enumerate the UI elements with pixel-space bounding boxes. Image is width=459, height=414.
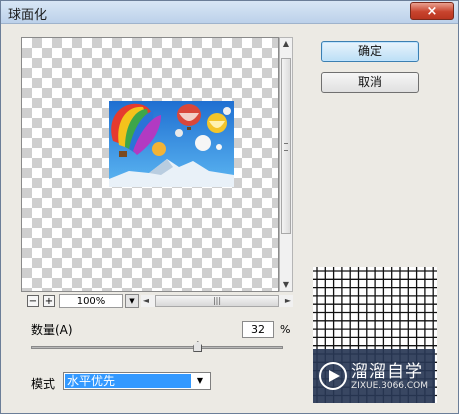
- close-button[interactable]: ×: [410, 2, 454, 20]
- title-bar: 球面化 ×: [1, 1, 458, 24]
- watermark-name: 溜溜自学: [351, 362, 423, 382]
- zoom-dropdown-button[interactable]: ▼: [125, 294, 139, 308]
- scroll-left-arrow-icon[interactable]: ◄: [141, 295, 151, 307]
- mode-label: 模式: [31, 377, 56, 391]
- amount-input[interactable]: 32: [242, 321, 274, 338]
- amount-unit: %: [280, 323, 291, 336]
- zoom-bar: − + 100% ▼ ◄ ||| ►: [21, 293, 293, 309]
- amount-slider-track[interactable]: [31, 346, 283, 349]
- preview-vertical-scrollbar[interactable]: ▲ ▼: [279, 37, 293, 292]
- scroll-down-arrow-icon[interactable]: ▼: [280, 279, 292, 291]
- spherize-dialog: 球面化 × ▲ ▼ − + 100% ▼ ◄ ||| ► 确定 取消 数量(A)…: [0, 0, 459, 414]
- amount-label: 数量(A): [31, 323, 73, 337]
- zoom-level: 100%: [59, 294, 123, 308]
- watermark-url: ZIXUE.3066.COM: [351, 381, 429, 391]
- preview-horizontal-scrollbar[interactable]: ◄ ||| ►: [141, 295, 293, 307]
- scroll-right-arrow-icon[interactable]: ►: [283, 295, 293, 307]
- mode-selected-value: 水平优先: [65, 374, 191, 388]
- mode-select[interactable]: 水平优先 ▼: [63, 372, 211, 390]
- hot-air-balloons-image: [109, 101, 234, 187]
- dialog-title: 球面化: [8, 8, 48, 23]
- amount-slider-thumb[interactable]: [193, 341, 203, 352]
- cancel-button[interactable]: 取消: [321, 72, 419, 93]
- play-logo-icon: [319, 362, 347, 390]
- zoom-out-button[interactable]: −: [27, 295, 39, 307]
- vertical-scroll-thumb[interactable]: [281, 58, 291, 234]
- zoom-in-button[interactable]: +: [43, 295, 55, 307]
- watermark-logo: 溜溜自学 ZIXUE.3066.COM: [313, 349, 435, 403]
- ok-button[interactable]: 确定: [321, 41, 419, 62]
- horizontal-scroll-thumb[interactable]: |||: [155, 295, 279, 307]
- scroll-up-arrow-icon[interactable]: ▲: [280, 38, 292, 50]
- chevron-down-icon[interactable]: ▼: [192, 374, 208, 388]
